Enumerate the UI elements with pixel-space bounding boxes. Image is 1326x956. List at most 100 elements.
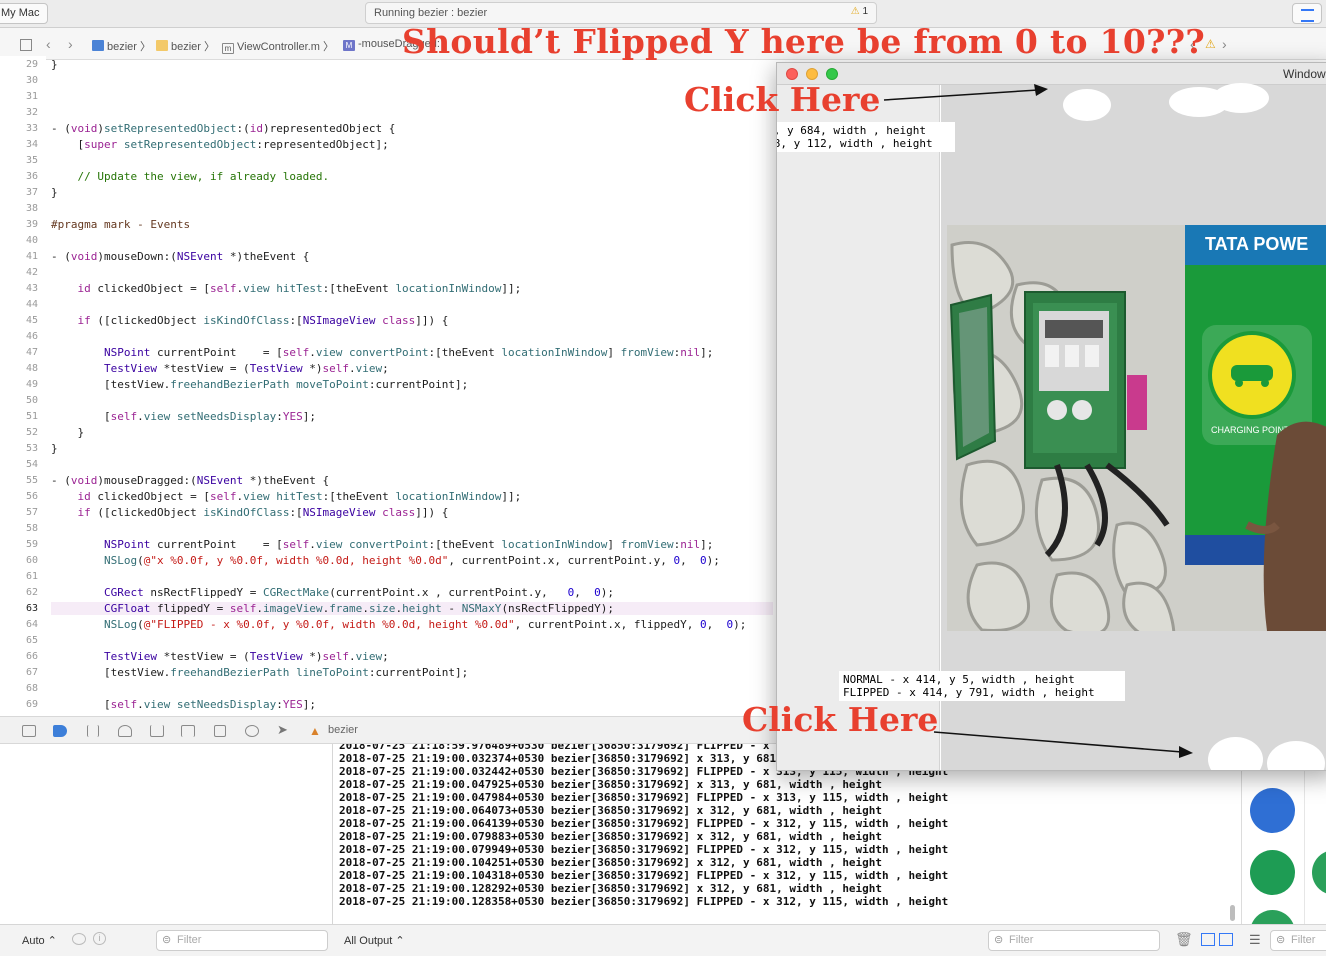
- scheme-selector[interactable]: My Mac: [0, 3, 48, 24]
- code-line[interactable]: [51, 202, 58, 215]
- line-number[interactable]: 46: [0, 331, 38, 342]
- code-line[interactable]: [51, 570, 58, 583]
- code-line[interactable]: #pragma mark - Events: [51, 218, 190, 231]
- split-left-icon[interactable]: [1201, 933, 1215, 946]
- line-number[interactable]: 68: [0, 683, 38, 694]
- code-line[interactable]: CGRect nsRectFlippedY = CGRectMake(curre…: [51, 586, 614, 599]
- code-line[interactable]: - (void)mouseDown:(NSEvent *)theEvent {: [51, 250, 309, 263]
- code-line[interactable]: [self.view setNeedsDisplay:YES];: [51, 410, 316, 423]
- line-number[interactable]: 54: [0, 459, 38, 470]
- code-line[interactable]: [self.view setNeedsDisplay:YES];: [51, 698, 316, 711]
- code-line[interactable]: NSPoint currentPoint = [self.view conver…: [51, 538, 713, 551]
- location-icon[interactable]: ➤: [277, 722, 291, 737]
- line-number[interactable]: 38: [0, 203, 38, 214]
- info-icon[interactable]: i: [93, 932, 106, 945]
- code-line[interactable]: // Update the view, if already loaded.: [51, 170, 330, 183]
- minimize-button[interactable]: [806, 68, 818, 80]
- line-number[interactable]: 63: [0, 603, 38, 614]
- line-number[interactable]: 60: [0, 555, 38, 566]
- warning-icon[interactable]: ⚠: [1205, 37, 1216, 51]
- app-window[interactable]: Window TATA POWE CHARGING POINT y 684, w…: [776, 62, 1326, 771]
- code-line[interactable]: [51, 634, 58, 647]
- line-number[interactable]: 59: [0, 539, 38, 550]
- line-number[interactable]: 67: [0, 667, 38, 678]
- code-line[interactable]: [super setRepresentedObject:representedO…: [51, 138, 388, 151]
- source-editor[interactable]: } - (void)setRepresentedObject:(id)repre…: [46, 56, 776, 716]
- code-line[interactable]: id clickedObject = [self.view hitTest:[t…: [51, 282, 522, 295]
- code-line[interactable]: CGFloat flippedY = self.imageView.frame.…: [51, 602, 773, 615]
- close-button[interactable]: [786, 68, 798, 80]
- line-number[interactable]: 48: [0, 363, 38, 374]
- line-number[interactable]: 30: [0, 75, 38, 86]
- code-line[interactable]: NSLog(@"FLIPPED - x %0.0f, y %0.0f, widt…: [51, 618, 746, 631]
- line-number[interactable]: 36: [0, 171, 38, 182]
- library-filter-input[interactable]: Filter: [1270, 930, 1326, 951]
- back-arrow-icon[interactable]: ‹: [46, 36, 51, 52]
- code-line[interactable]: - (void)mouseDragged:(NSEvent *)theEvent…: [51, 474, 329, 487]
- code-line[interactable]: }: [51, 426, 84, 439]
- line-number[interactable]: 69: [0, 699, 38, 710]
- split-right-icon[interactable]: [1219, 933, 1233, 946]
- image-view[interactable]: TATA POWE CHARGING POINT: [947, 225, 1326, 631]
- next-issue-icon[interactable]: ›: [1222, 36, 1227, 52]
- code-line[interactable]: [51, 74, 58, 87]
- code-line[interactable]: [51, 458, 58, 471]
- code-line[interactable]: [51, 682, 58, 695]
- step-out-icon[interactable]: [181, 725, 195, 737]
- memory-graph-icon[interactable]: [245, 725, 259, 737]
- console-scrollbar[interactable]: [1230, 905, 1235, 921]
- standard-editor-button[interactable]: [1292, 3, 1322, 24]
- line-number[interactable]: 32: [0, 107, 38, 118]
- line-number[interactable]: 29: [0, 59, 38, 70]
- breadcrumb-group[interactable]: bezier 〉: [156, 38, 215, 54]
- line-number[interactable]: 34: [0, 139, 38, 150]
- forward-arrow-icon[interactable]: ›: [68, 36, 73, 52]
- code-line[interactable]: [51, 90, 58, 103]
- line-number[interactable]: 35: [0, 155, 38, 166]
- variables-filter-input[interactable]: Filter: [156, 930, 328, 951]
- code-line[interactable]: id clickedObject = [self.view hitTest:[t…: [51, 490, 522, 503]
- line-number[interactable]: 47: [0, 347, 38, 358]
- variables-scope-selector[interactable]: Auto ⌃: [22, 934, 57, 947]
- list-view-icon[interactable]: ☰: [1249, 932, 1261, 948]
- code-line[interactable]: }: [51, 186, 58, 199]
- line-number[interactable]: 65: [0, 635, 38, 646]
- line-number[interactable]: 53: [0, 443, 38, 454]
- breadcrumb-project[interactable]: bezier 〉: [92, 38, 151, 54]
- code-line[interactable]: [51, 106, 58, 119]
- code-line[interactable]: TestView *testView = (TestView *)self.vi…: [51, 650, 389, 663]
- code-line[interactable]: }: [51, 442, 58, 455]
- quick-look-icon[interactable]: [72, 933, 86, 945]
- line-number[interactable]: 39: [0, 219, 38, 230]
- code-line[interactable]: - (void)setRepresentedObject:(id)represe…: [51, 122, 395, 135]
- line-number[interactable]: 50: [0, 395, 38, 406]
- code-line[interactable]: [testView.freehandBezierPath moveToPoint…: [51, 378, 468, 391]
- hide-debug-area-icon[interactable]: [22, 725, 36, 737]
- line-number[interactable]: 45: [0, 315, 38, 326]
- related-items-icon[interactable]: [20, 39, 32, 51]
- line-number[interactable]: 61: [0, 571, 38, 582]
- code-line[interactable]: }: [51, 58, 58, 71]
- warning-indicator[interactable]: ⚠ 1: [851, 6, 868, 17]
- line-number[interactable]: 62: [0, 587, 38, 598]
- code-line[interactable]: NSLog(@"x %0.0f, y %0.0f, width %0.0d, h…: [51, 554, 720, 567]
- pause-icon[interactable]: [87, 725, 99, 737]
- code-line[interactable]: [51, 234, 58, 247]
- code-line[interactable]: if ([clickedObject isKindOfClass:[NSImag…: [51, 314, 449, 327]
- code-line[interactable]: TestView *testView = (TestView *)self.vi…: [51, 362, 389, 375]
- breakpoints-toggle-icon[interactable]: [53, 725, 67, 737]
- code-line[interactable]: [51, 394, 58, 407]
- view-hierarchy-icon[interactable]: [214, 725, 226, 737]
- breadcrumb-file[interactable]: m ViewController.m 〉: [222, 38, 334, 54]
- line-number[interactable]: 31: [0, 91, 38, 102]
- line-number[interactable]: 43: [0, 283, 38, 294]
- code-line[interactable]: [testView.freehandBezierPath lineToPoint…: [51, 666, 468, 679]
- line-number[interactable]: 55: [0, 475, 38, 486]
- line-number[interactable]: 57: [0, 507, 38, 518]
- library-item-icon[interactable]: [1312, 850, 1326, 895]
- line-number[interactable]: 66: [0, 651, 38, 662]
- zoom-button[interactable]: [826, 68, 838, 80]
- line-number[interactable]: 44: [0, 299, 38, 310]
- line-number[interactable]: 56: [0, 491, 38, 502]
- code-line[interactable]: if ([clickedObject isKindOfClass:[NSImag…: [51, 506, 449, 519]
